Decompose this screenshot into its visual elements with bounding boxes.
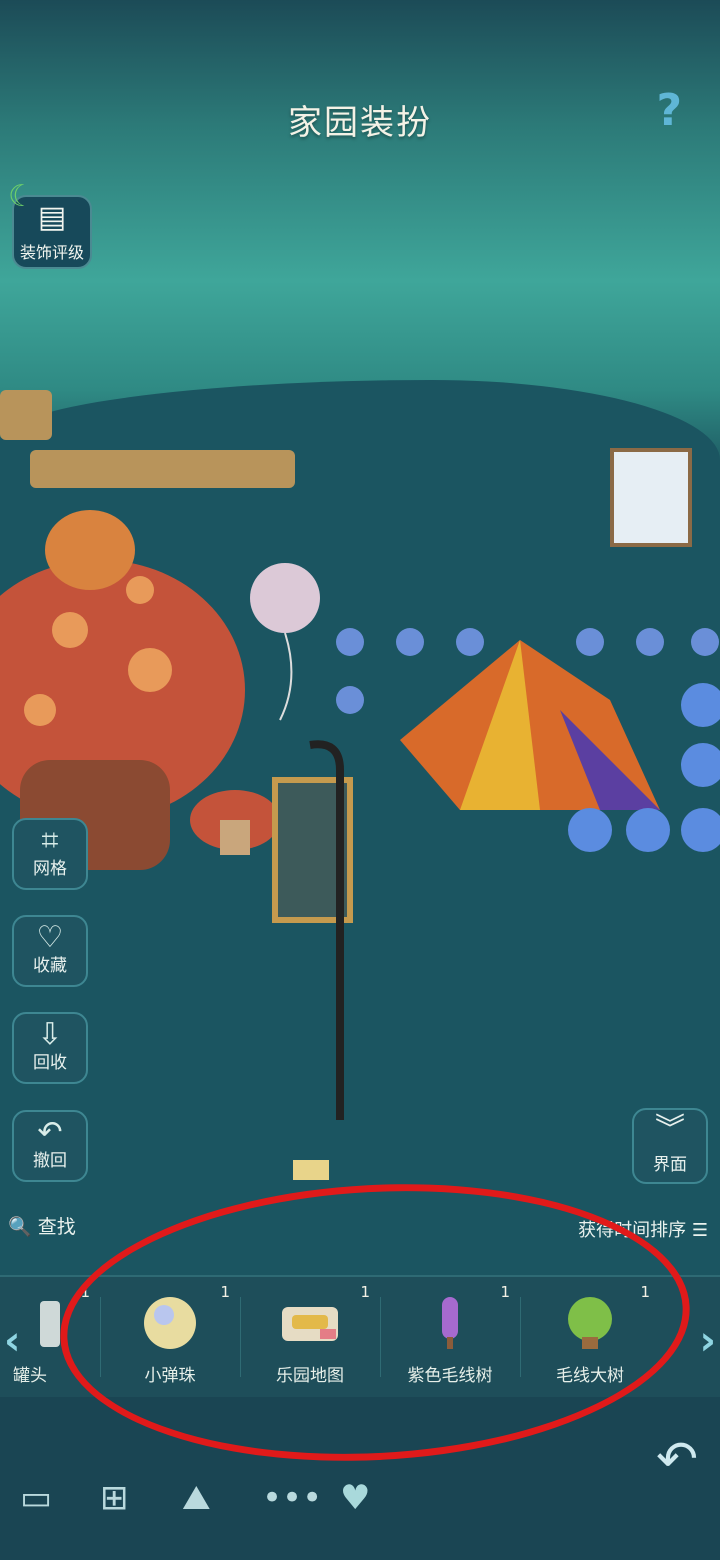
sofa-icon[interactable]: ▭ bbox=[20, 1478, 52, 1518]
landscape-icon[interactable]: ⛰ bbox=[182, 1478, 211, 1518]
recycle-button[interactable]: ⇩ 回收 bbox=[12, 1012, 88, 1084]
grid-button[interactable]: ⌗ 网格 bbox=[12, 818, 88, 890]
fence bbox=[30, 450, 295, 488]
undo-label: 撤回 bbox=[33, 1151, 67, 1171]
favorites-button[interactable]: ♡ 收藏 bbox=[12, 915, 88, 987]
garden-decor bbox=[0, 390, 720, 1180]
interface-label: 界面 bbox=[653, 1155, 687, 1175]
fence-icon[interactable]: ⊞ bbox=[100, 1478, 129, 1518]
double-chevron-down-icon: ︾ bbox=[655, 1112, 685, 1147]
recycle-icon: ⇩ bbox=[37, 1017, 63, 1052]
page-title: 家园装扮 bbox=[288, 103, 432, 143]
search-label: 查找 bbox=[37, 1216, 76, 1238]
undo-arrow-icon: ↶ bbox=[37, 1115, 63, 1150]
scroll-left-icon[interactable]: ‹ bbox=[4, 1318, 20, 1364]
grid-icon: ⌗ bbox=[41, 823, 59, 858]
undo-button[interactable]: ↶ 撤回 bbox=[12, 1110, 88, 1182]
recycle-label: 回收 bbox=[33, 1053, 67, 1073]
rating-button[interactable]: ☾ ▤ 装饰评级 bbox=[8, 179, 92, 269]
return-icon[interactable]: ↶ bbox=[656, 1430, 698, 1488]
balloon bbox=[250, 563, 320, 633]
mushroom-chimney bbox=[45, 510, 135, 590]
scroll-right-icon[interactable]: › bbox=[700, 1318, 716, 1364]
hammock bbox=[610, 448, 692, 547]
interface-toggle-button[interactable]: ︾ 界面 bbox=[632, 1108, 708, 1184]
question-icon[interactable]: ? bbox=[656, 85, 682, 136]
search-icon: 🔍 bbox=[8, 1216, 32, 1238]
favorites-label: 收藏 bbox=[33, 956, 67, 976]
heart-outline-icon: ♡ bbox=[36, 920, 64, 955]
rating-label: 装饰评级 bbox=[19, 243, 84, 262]
heart-icon[interactable]: ♥ bbox=[340, 1478, 370, 1518]
more-dots-icon[interactable]: ••• bbox=[262, 1478, 322, 1518]
lamp bbox=[293, 1160, 329, 1180]
moon-icon: ☾ bbox=[8, 179, 35, 214]
fence-corner bbox=[0, 390, 52, 440]
sort-icon: ☰ bbox=[691, 1220, 708, 1241]
search-button[interactable]: 🔍 查找 bbox=[8, 1212, 76, 1239]
grid-label: 网格 bbox=[33, 859, 67, 879]
